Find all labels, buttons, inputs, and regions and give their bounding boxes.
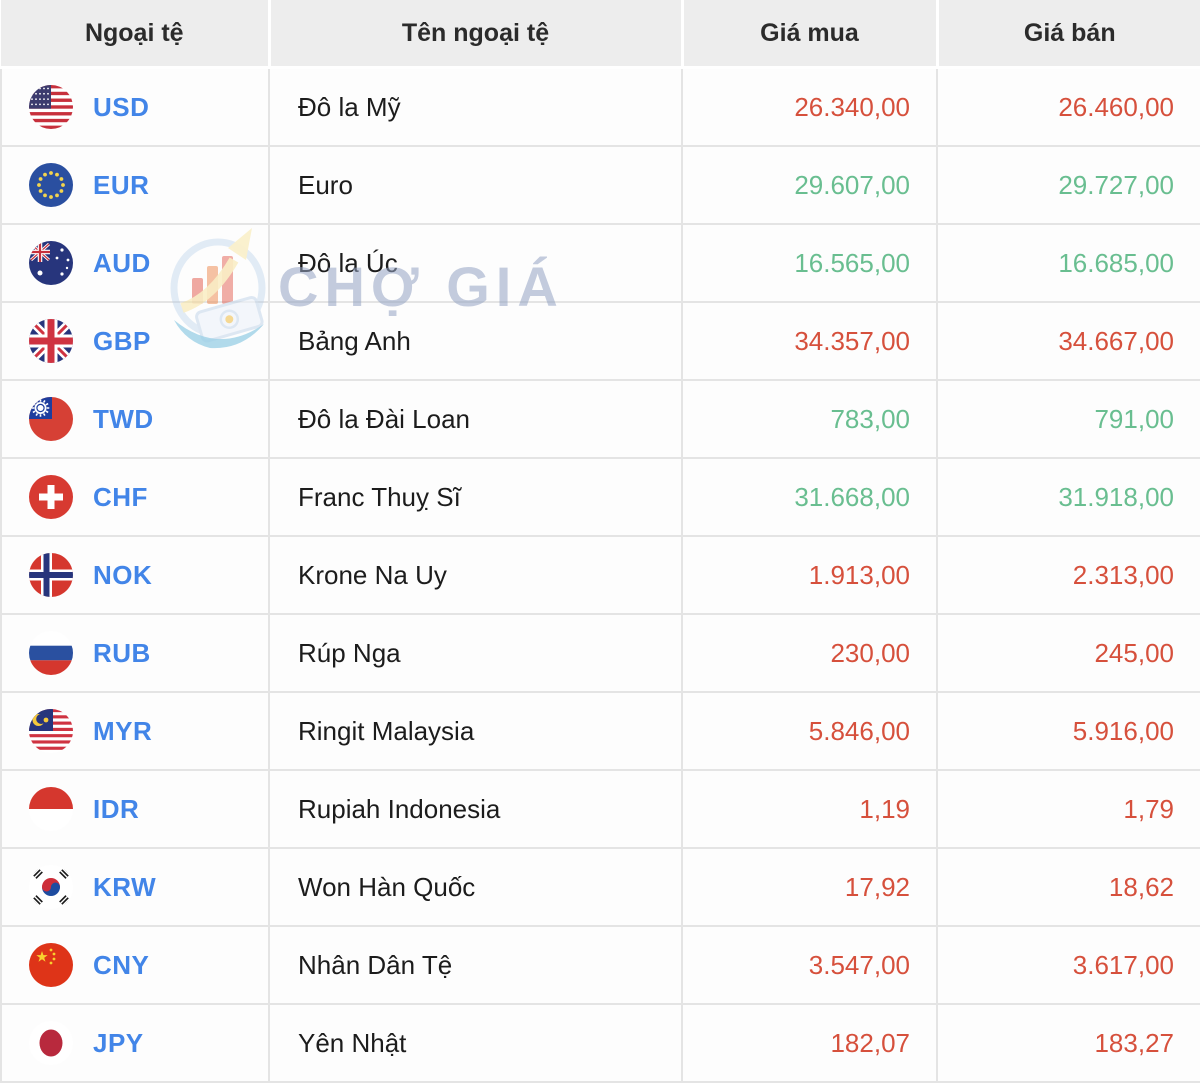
kr-flag-icon [29,865,73,909]
currency-name: Rúp Nga [268,613,683,693]
table-row: KRW Won Hàn Quốc 17,92 18,62 [0,847,1200,927]
currency-name: Krone Na Uy [268,535,683,615]
cn-flag-icon [29,943,73,987]
tw-flag-icon [29,397,73,441]
table-row: GBP Bảng Anh 34.357,00 34.667,00 [0,301,1200,381]
currency-name: Yên Nhật [268,1003,683,1083]
currency-name: Euro [268,145,683,225]
currency-cell: CNY [0,925,270,1005]
currency-code-link[interactable]: NOK [93,560,152,591]
currency-cell: TWD [0,379,270,459]
sell-price: 26.460,00 [936,66,1200,147]
table-row: CHF Franc Thuỵ Sĩ 31.668,00 31.918,00 [0,457,1200,537]
currency-name: Franc Thuỵ Sĩ [268,457,683,537]
sell-price: 2.313,00 [936,535,1200,615]
currency-name: Đô la Mỹ [268,66,683,147]
currency-name: Đô la Úc [268,223,683,303]
gb-flag-icon [29,319,73,363]
currency-cell: RUB [0,613,270,693]
currency-code-link[interactable]: CHF [93,482,148,513]
currency-code-link[interactable]: IDR [93,794,139,825]
au-flag-icon [29,241,73,285]
buy-price: 783,00 [681,379,938,459]
currency-code-link[interactable]: KRW [93,872,156,903]
sell-price: 245,00 [936,613,1200,693]
currency-code-link[interactable]: USD [93,92,149,123]
us-flag-icon [29,85,73,129]
currency-name: Nhân Dân Tệ [268,925,683,1005]
eu-flag-icon [29,163,73,207]
currency-name: Won Hàn Quốc [268,847,683,927]
currency-cell: IDR [0,769,270,849]
id-flag-icon [29,787,73,831]
table-row: EUR Euro 29.607,00 29.727,00 [0,145,1200,225]
column-header-buy: Giá mua [680,0,939,69]
currency-code-link[interactable]: AUD [93,248,151,279]
sell-price: 34.667,00 [936,301,1200,381]
buy-price: 26.340,00 [681,66,938,147]
buy-price: 5.846,00 [681,691,938,771]
buy-price: 182,07 [681,1003,938,1083]
sell-price: 183,27 [936,1003,1200,1083]
currency-code-link[interactable]: MYR [93,716,152,747]
currency-cell: AUD [0,223,270,303]
buy-price: 29.607,00 [681,145,938,225]
buy-price: 1.913,00 [681,535,938,615]
buy-price: 230,00 [681,613,938,693]
table-row: TWD Đô la Đài Loan 783,00 791,00 [0,379,1200,459]
currency-cell: KRW [0,847,270,927]
table-body: USD Đô la Mỹ 26.340,00 26.460,00 EUR Euro 29.6… [0,66,1200,1083]
ch-flag-icon [29,475,73,519]
jp-flag-icon [29,1021,73,1065]
currency-name: Ringit Malaysia [268,691,683,771]
currency-cell: CHF [0,457,270,537]
sell-price: 791,00 [936,379,1200,459]
buy-price: 1,19 [681,769,938,849]
column-header-currency: Ngoại tệ [1,0,271,69]
buy-price: 31.668,00 [681,457,938,537]
currency-code-link[interactable]: TWD [93,404,154,435]
exchange-rate-table: Ngoại tệ Tên ngoại tệ Giá mua Giá bán US… [0,0,1200,1083]
buy-price: 3.547,00 [681,925,938,1005]
currency-name: Đô la Đài Loan [268,379,683,459]
currency-code-link[interactable]: EUR [93,170,149,201]
buy-price: 34.357,00 [681,301,938,381]
buy-price: 16.565,00 [681,223,938,303]
currency-code-link[interactable]: CNY [93,950,149,981]
my-flag-icon [29,709,73,753]
buy-price: 17,92 [681,847,938,927]
currency-cell: NOK [0,535,270,615]
table-row: MYR Ringit Malaysia 5.846,00 5.916,00 [0,691,1200,771]
sell-price: 3.617,00 [936,925,1200,1005]
sell-price: 16.685,00 [936,223,1200,303]
currency-cell: GBP [0,301,270,381]
sell-price: 5.916,00 [936,691,1200,771]
currency-cell: MYR [0,691,270,771]
column-header-name: Tên ngoại tệ [267,0,684,69]
sell-price: 31.918,00 [936,457,1200,537]
table-row: NOK Krone Na Uy 1.913,00 2.313,00 [0,535,1200,615]
currency-cell: EUR [0,145,270,225]
currency-code-link[interactable]: RUB [93,638,151,669]
currency-name: Rupiah Indonesia [268,769,683,849]
table-header: Ngoại tệ Tên ngoại tệ Giá mua Giá bán [1,0,1200,69]
currency-cell: USD [0,66,270,147]
sell-price: 29.727,00 [936,145,1200,225]
table-row: CNY Nhân Dân Tệ 3.547,00 3.617,00 [0,925,1200,1005]
sell-price: 18,62 [936,847,1200,927]
table-row: IDR Rupiah Indonesia 1,19 1,79 [0,769,1200,849]
no-flag-icon [29,553,73,597]
table-row: USD Đô la Mỹ 26.340,00 26.460,00 [0,66,1200,147]
currency-name: Bảng Anh [268,301,683,381]
table-row: AUD Đô la Úc 16.565,00 16.685,00 [0,223,1200,303]
sell-price: 1,79 [936,769,1200,849]
column-header-sell: Giá bán [935,0,1200,69]
table-row: RUB Rúp Nga 230,00 245,00 [0,613,1200,693]
table-row: JPY Yên Nhật 182,07 183,27 [0,1003,1200,1083]
ru-flag-icon [29,631,73,675]
currency-cell: JPY [0,1003,270,1083]
currency-code-link[interactable]: GBP [93,326,151,357]
